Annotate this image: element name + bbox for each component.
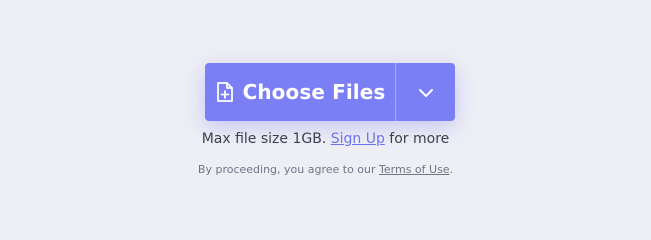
terms-suffix-text: .	[449, 163, 454, 176]
max-file-size-text: Max file size 1GB.	[201, 131, 331, 147]
terms-notice: By proceeding, you agree to our Terms of…	[0, 163, 651, 176]
chevron-down-icon	[418, 83, 434, 102]
choose-files-group: Choose Files	[205, 63, 455, 121]
terms-of-use-link[interactable]: Terms of Use	[379, 163, 450, 176]
choose-files-label: Choose Files	[242, 80, 386, 104]
sign-up-link[interactable]: Sign Up	[331, 131, 385, 147]
for-more-text: for more	[384, 131, 450, 147]
upload-options-dropdown-button[interactable]	[396, 63, 455, 121]
terms-prefix-text: By proceeding, you agree to our	[197, 163, 380, 176]
choose-files-button[interactable]: Choose Files	[205, 63, 395, 121]
upload-widget: Choose Files Max file size 1GB. Sign Up …	[0, 0, 651, 224]
max-file-size-info: Max file size 1GB. Sign Up for more	[0, 131, 651, 147]
file-plus-icon	[215, 81, 235, 103]
